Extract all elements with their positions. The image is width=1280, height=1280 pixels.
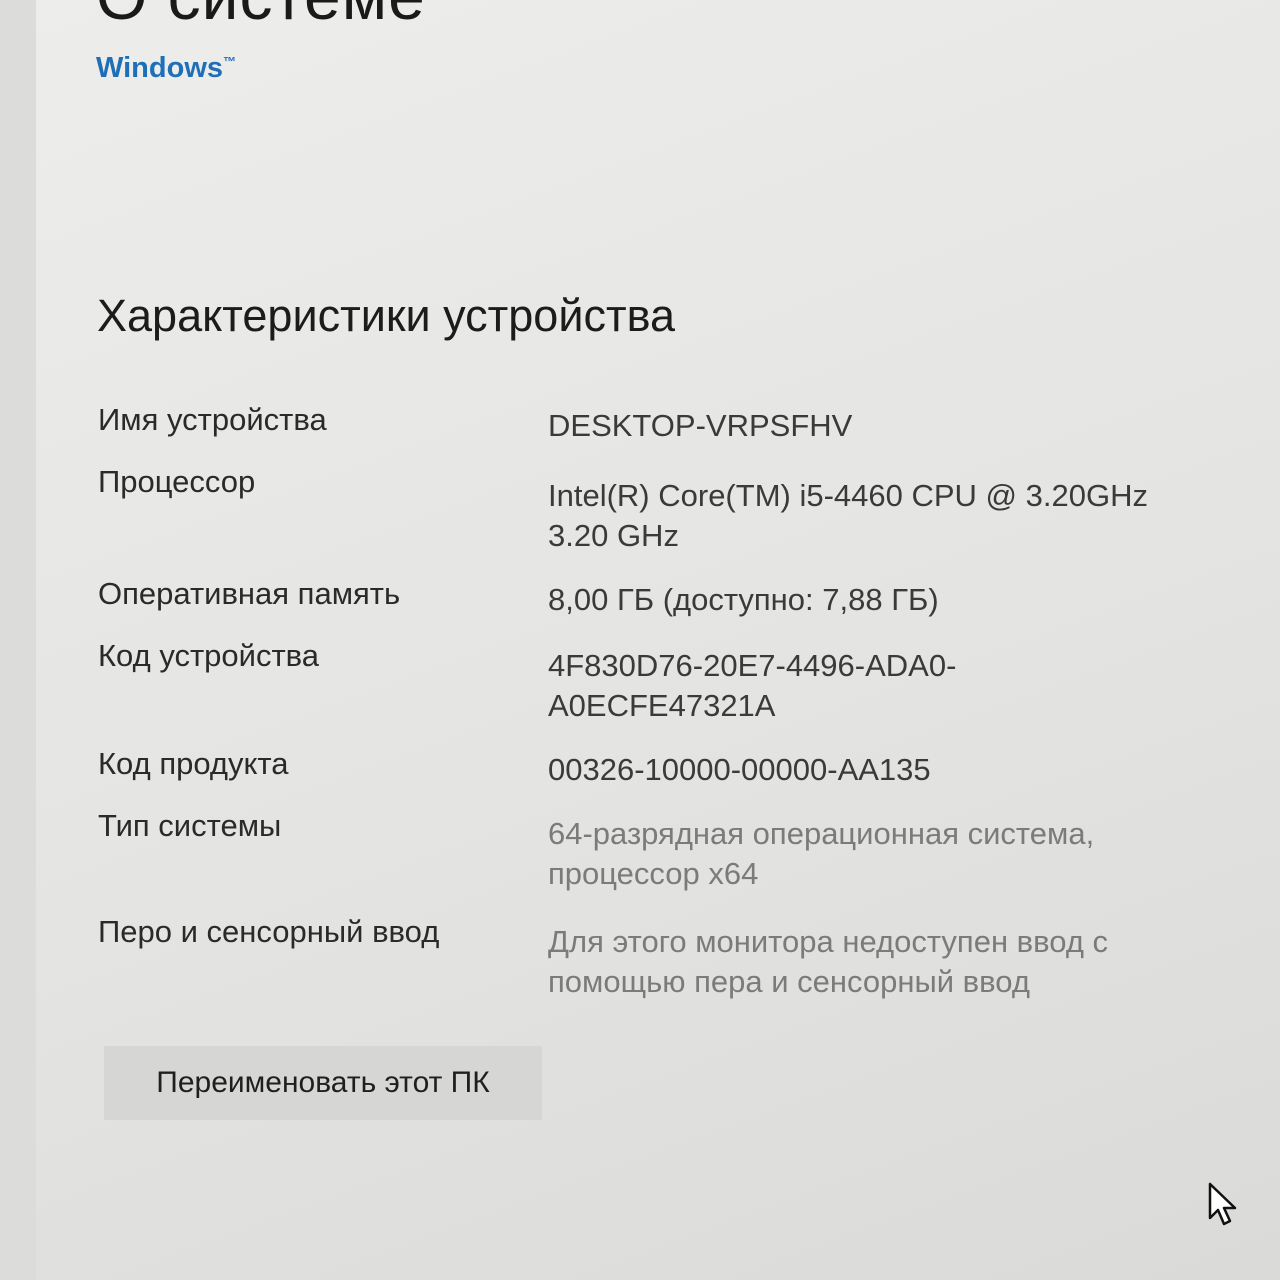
brand-text: Windows: [96, 52, 224, 84]
windows-brand: Windows™: [96, 52, 236, 85]
spec-label-processor: Процессор: [98, 464, 256, 499]
navigation-pane-edge: [0, 0, 36, 1280]
spec-value-system-type: 64-разрядная операционная система, проце…: [548, 816, 1095, 891]
spec-label-product-id: Код продукта: [98, 746, 289, 781]
spec-value-processor: Intel(R) Core(TM) i5-4460 CPU @ 3.20GHz …: [548, 478, 1148, 553]
settings-about-page: О системе Windows™ Характеристики устрой…: [0, 0, 1280, 1280]
mouse-pointer-icon: [1208, 1182, 1237, 1226]
spec-value-pen-touch: Для этого монитора недоступен ввод с пом…: [548, 924, 1109, 999]
spec-label-device-id: Код устройства: [98, 638, 320, 673]
device-specifications-title: Характеристики устройства: [97, 290, 675, 341]
spec-value-product-id: 00326-10000-00000-AA135: [548, 752, 931, 787]
rename-pc-button[interactable]: Переименовать этот ПК: [104, 1046, 542, 1120]
spec-value-ram: 8,00 ГБ (доступно: 7,88 ГБ): [548, 582, 939, 617]
trademark-mark: ™: [223, 54, 237, 69]
spec-label-system-type: Тип системы: [98, 808, 282, 843]
spec-label-device-name: Имя устройства: [98, 402, 327, 437]
spec-value-device-name: DESKTOP-VRPSFHV: [548, 408, 853, 443]
page-title: О системе: [96, 0, 426, 34]
spec-label-pen-touch: Перо и сенсорный ввод: [98, 914, 440, 949]
spec-label-ram: Оперативная память: [98, 576, 401, 611]
spec-value-device-id: 4F830D76-20E7-4496-ADA0- A0ECFE47321A: [548, 648, 957, 723]
